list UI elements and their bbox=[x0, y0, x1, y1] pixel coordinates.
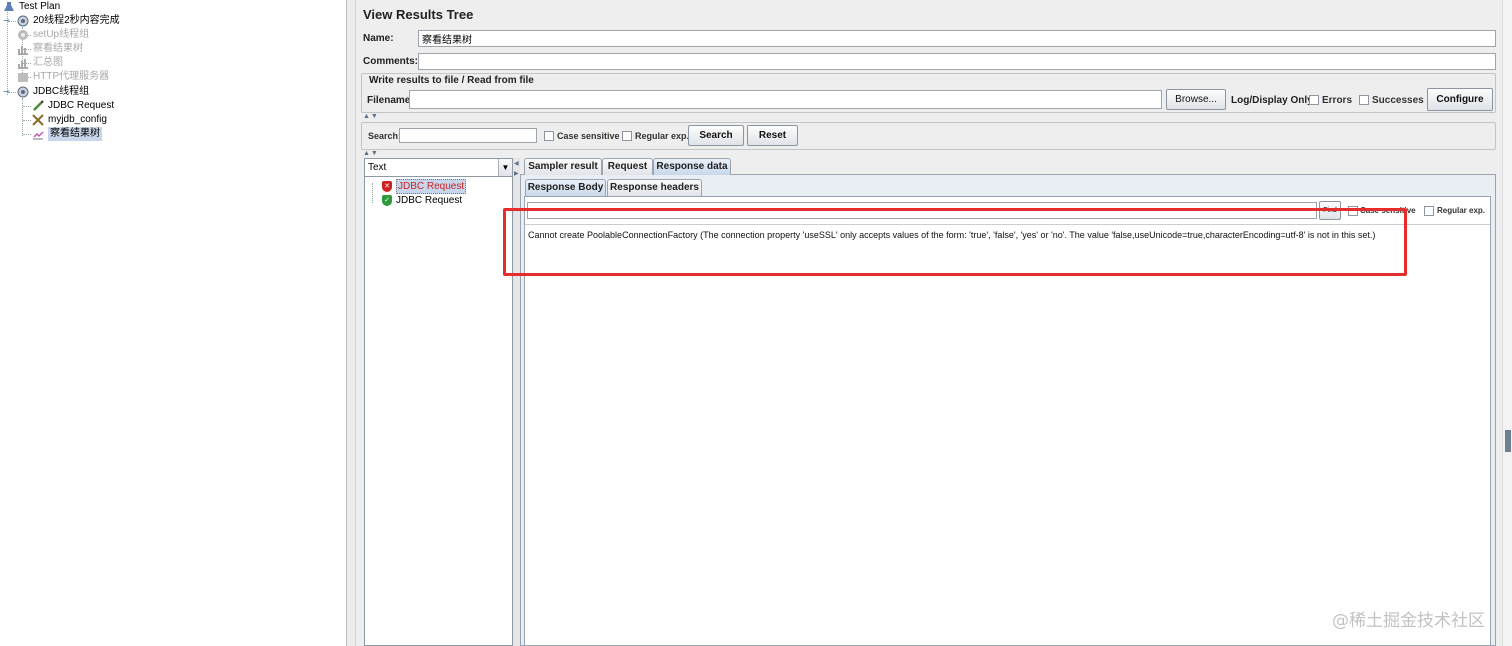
highlight-annotation-box bbox=[503, 208, 1407, 276]
search-button[interactable]: Search bbox=[688, 125, 744, 146]
search-case-sensitive-label: Case sensitive bbox=[557, 131, 620, 141]
expand-toggle-icon[interactable]: ⊸ bbox=[3, 88, 10, 96]
search-case-sensitive-checkbox[interactable] bbox=[544, 131, 554, 141]
result-item-label: JDBC Request bbox=[396, 179, 467, 194]
tree-item-jdbc-request[interactable]: JDBC Request bbox=[32, 99, 114, 113]
tab-response-data[interactable]: Response data bbox=[653, 158, 731, 175]
collapse-arrows-icon[interactable]: ▲▼ bbox=[363, 150, 379, 157]
thread-group-icon bbox=[17, 15, 30, 27]
result-item-label: JDBC Request bbox=[396, 195, 463, 206]
watermark: @稀土掘金技术社区 bbox=[1332, 611, 1485, 631]
name-input[interactable] bbox=[418, 30, 1496, 47]
tree-item-test-plan[interactable]: Test Plan bbox=[3, 0, 60, 14]
scrollbar-thumb[interactable] bbox=[1505, 430, 1511, 452]
proxy-icon bbox=[17, 71, 30, 83]
tree-item-jdbc-thread-group[interactable]: JDBC线程组 bbox=[17, 85, 89, 99]
search-regex-label: Regular exp. bbox=[635, 131, 690, 141]
find-regex-checkbox[interactable] bbox=[1424, 206, 1434, 216]
log-display-label: Log/Display Only: bbox=[1231, 95, 1317, 106]
tree-item-jdbc-config[interactable]: myjdb_config bbox=[32, 113, 107, 127]
tree-item-thread-group[interactable]: 20线程2秒内容完成 bbox=[17, 14, 120, 28]
wrench-icon bbox=[32, 114, 45, 126]
comments-input[interactable] bbox=[418, 53, 1496, 70]
filename-input[interactable] bbox=[409, 90, 1162, 109]
chart-icon bbox=[32, 128, 45, 140]
results-list[interactable]: Text ▼ ✕ JDBC Request ✓ JDBC Request bbox=[364, 158, 513, 646]
thread-group-icon bbox=[17, 86, 30, 98]
successes-label: Successes bbox=[1372, 95, 1424, 106]
tab-response-body[interactable]: Response Body bbox=[525, 179, 606, 196]
tab-sampler-result[interactable]: Sampler result bbox=[524, 158, 602, 175]
reset-button[interactable]: Reset bbox=[747, 125, 798, 146]
gear-icon bbox=[17, 29, 30, 41]
file-group-title: Write results to file / Read from file bbox=[369, 75, 534, 86]
arrow-left-icon[interactable]: ◀ bbox=[514, 160, 519, 167]
renderer-value: Text bbox=[368, 162, 387, 173]
expand-toggle-icon[interactable]: ⊸ bbox=[3, 17, 10, 25]
pipette-icon bbox=[32, 100, 45, 112]
tab-response-headers[interactable]: Response headers bbox=[607, 179, 702, 196]
filename-label: Filename bbox=[367, 95, 411, 106]
tree-item-summary-graph[interactable]: 汇总图 bbox=[17, 56, 63, 70]
result-item-success[interactable]: ✓ JDBC Request bbox=[382, 194, 462, 207]
renderer-select[interactable]: Text ▼ bbox=[365, 159, 512, 177]
flask-icon bbox=[3, 1, 16, 13]
chart-icon bbox=[17, 43, 30, 55]
browse-button[interactable]: Browse... bbox=[1166, 89, 1226, 110]
errors-label: Errors bbox=[1322, 95, 1353, 106]
panel-title: View Results Tree bbox=[363, 7, 474, 22]
errors-checkbox[interactable] bbox=[1309, 95, 1319, 105]
chevron-down-icon[interactable]: ▼ bbox=[498, 159, 512, 176]
view-results-tree-panel: View Results Tree Name: Comments: Write … bbox=[356, 0, 1502, 646]
configure-button[interactable]: Configure bbox=[1427, 88, 1493, 111]
chart-icon bbox=[17, 57, 30, 69]
search-regex-checkbox[interactable] bbox=[622, 131, 632, 141]
pane-splitter[interactable] bbox=[346, 0, 356, 646]
tab-request[interactable]: Request bbox=[602, 158, 653, 175]
tree-item-http-proxy[interactable]: HTTP代理服务器 bbox=[17, 70, 109, 84]
tree-item-setup-thread-group[interactable]: setUp线程组 bbox=[17, 28, 89, 42]
search-label: Search: bbox=[368, 131, 402, 141]
error-shield-icon: ✕ bbox=[382, 181, 392, 192]
vertical-scrollbar[interactable] bbox=[1502, 0, 1512, 646]
successes-checkbox[interactable] bbox=[1359, 95, 1369, 105]
success-shield-icon: ✓ bbox=[382, 195, 392, 206]
name-label: Name: bbox=[363, 33, 394, 44]
test-plan-tree[interactable]: ⊸ ⊸ Test Plan 20线程2秒内容完成 setUp线程组 察看结果树 … bbox=[0, 0, 346, 646]
comments-label: Comments: bbox=[363, 56, 419, 67]
tree-item-view-results-tree[interactable]: 察看结果树 bbox=[17, 42, 83, 56]
find-regex-label: Regular exp. bbox=[1437, 206, 1486, 215]
search-input[interactable] bbox=[399, 128, 537, 143]
tree-item-view-results-tree-selected[interactable]: 察看结果树 bbox=[32, 127, 102, 141]
arrow-right-icon[interactable]: ▶ bbox=[514, 170, 519, 177]
result-item-error[interactable]: ✕ JDBC Request bbox=[382, 179, 467, 194]
collapse-arrows-icon[interactable]: ▲▼ bbox=[363, 113, 379, 120]
